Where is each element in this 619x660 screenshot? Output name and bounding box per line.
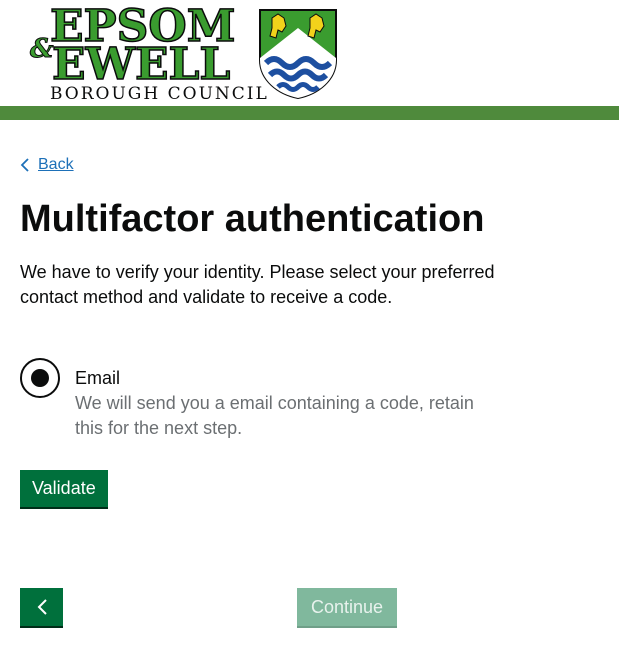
email-option-hint: We will send you a email containing a co…	[75, 393, 474, 438]
chevron-left-icon	[37, 599, 47, 615]
page-title: Multifactor authentication	[20, 198, 485, 240]
council-logo[interactable]: EPSOM & EWELL BOROUGH COUNCIL	[29, 1, 340, 104]
continue-button[interactable]: Continue	[297, 588, 397, 626]
header-accent-bar	[0, 106, 619, 120]
intro-text: We have to verify your identity. Please …	[20, 262, 495, 307]
email-option-label[interactable]: Email	[75, 366, 120, 391]
logo-wordmark: EPSOM & EWELL BOROUGH COUNCIL	[29, 1, 266, 104]
email-radio[interactable]	[20, 358, 60, 398]
back-link-label: Back	[38, 156, 74, 173]
back-link[interactable]: Back	[20, 156, 74, 174]
site-header: EPSOM & EWELL BOROUGH COUNCIL	[0, 0, 619, 106]
previous-button[interactable]	[20, 588, 63, 626]
logo-ampersand: &	[29, 34, 54, 65]
council-crest-icon	[259, 9, 337, 100]
radio-selected-dot	[31, 369, 49, 387]
validate-button[interactable]: Validate	[20, 470, 108, 507]
contact-method-option-email[interactable]: Email We will send you a email containin…	[20, 358, 580, 448]
logo-line-ewell: EWELL	[51, 39, 231, 91]
logo-line-borough-council: BOROUGH COUNCIL	[50, 84, 269, 104]
chevron-left-icon	[20, 158, 29, 172]
